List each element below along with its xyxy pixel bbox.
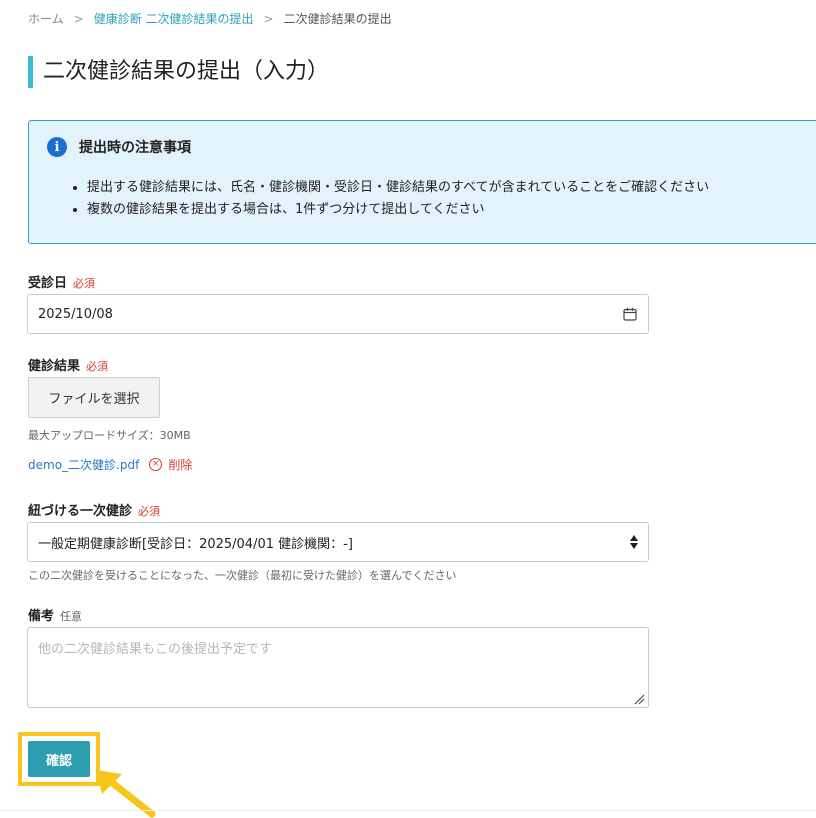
primary-exam-selected: 一般定期健康診断[受診日：2025/04/01 健診機関：-] (38, 536, 353, 552)
primary-exam-select[interactable]: 一般定期健康診断[受診日：2025/04/01 健診機関：-] (27, 522, 649, 562)
notice-item: 提出する健診結果には、氏名・健診機関・受診日・健診結果のすべてが含まれていること… (87, 177, 709, 199)
required-badge: 必須 (73, 277, 96, 290)
calendar-icon[interactable] (622, 306, 638, 322)
exam-date-field[interactable]: 2025/10/08 (27, 294, 649, 334)
optional-badge: 任意 (60, 610, 83, 623)
breadcrumb-separator: > (73, 11, 84, 26)
delete-file-button[interactable]: 削除 (168, 456, 192, 473)
sort-arrows-icon (630, 535, 638, 549)
notice-item: 複数の健診結果を提出する場合は、1件ずつ分けて提出してください (87, 199, 709, 221)
notice-header: i 提出時の注意事項 (47, 137, 191, 157)
confirm-button[interactable]: 確認 (28, 741, 90, 777)
breadcrumb: ホーム > 健康診断 二次健診結果の提出 > 二次健診結果の提出 (28, 10, 392, 27)
required-badge: 必須 (138, 505, 161, 518)
required-badge: 必須 (86, 360, 109, 373)
notice-title: 提出時の注意事項 (79, 140, 191, 156)
info-icon: i (47, 137, 67, 157)
uploaded-file-link[interactable]: demo_二次健診.pdf (28, 456, 139, 473)
primary-exam-label: 紐づける一次健診 必須 (28, 500, 160, 519)
primary-exam-hint: この二次健診を受けることになった、一次健診（最初に受けた健診）を選んでください (28, 569, 457, 582)
breadcrumb-health-checkup[interactable]: 健康診断 二次健診結果の提出 (94, 10, 254, 27)
remarks-label-text: 備考 (28, 609, 55, 624)
result-label-text: 健診結果 (28, 359, 81, 374)
page-title: 二次健診結果の提出（入力） (28, 56, 329, 88)
remarks-label: 備考 任意 (28, 605, 82, 624)
choose-file-button[interactable]: ファイルを選択 (28, 377, 160, 418)
exam-date-label-text: 受診日 (28, 276, 68, 291)
upload-size-hint: 最大アップロードサイズ：30MB (28, 429, 191, 442)
uploaded-file-row: demo_二次健診.pdf × 削除 (28, 456, 192, 473)
notice-list: 提出する健診結果には、氏名・健診機関・受診日・健診結果のすべてが含まれていること… (67, 177, 709, 221)
breadcrumb-home[interactable]: ホーム (28, 10, 64, 27)
remarks-textarea[interactable] (27, 627, 649, 708)
exam-date-value: 2025/10/08 (38, 306, 113, 322)
footer-divider (0, 810, 816, 811)
exam-date-label: 受診日 必須 (28, 272, 95, 291)
close-circle-icon[interactable]: × (149, 458, 163, 471)
breadcrumb-current: 二次健診結果の提出 (283, 12, 392, 26)
notice-box: i 提出時の注意事項 提出する健診結果には、氏名・健診機関・受診日・健診結果のす… (28, 120, 816, 244)
primary-exam-label-text: 紐づける一次健診 (28, 504, 133, 519)
breadcrumb-separator: > (263, 11, 274, 26)
result-label: 健診結果 必須 (28, 355, 108, 374)
